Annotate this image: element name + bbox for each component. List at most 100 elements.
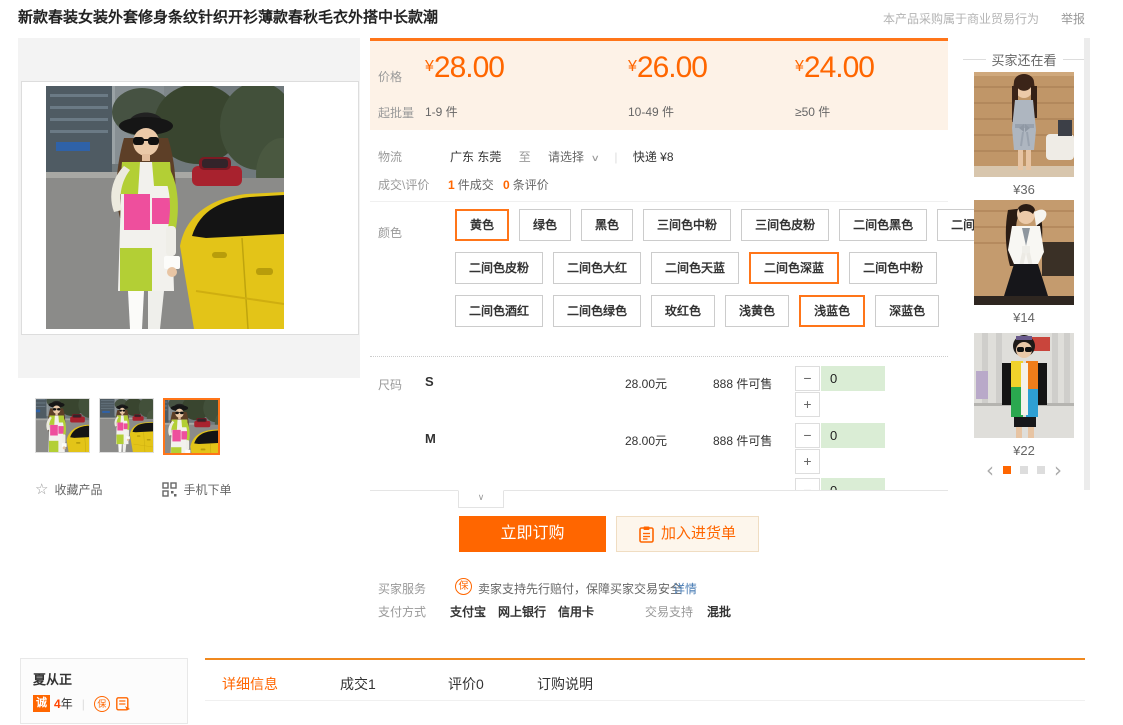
expand-sizes-button[interactable]: ∨ bbox=[458, 490, 504, 508]
detail-link[interactable]: 详情 bbox=[673, 580, 697, 597]
tab-reviews[interactable]: 评价0 bbox=[448, 674, 484, 694]
title-dash-right bbox=[1063, 59, 1086, 60]
currency-symbol: ¥ bbox=[425, 58, 434, 75]
related-product-1-price: ¥36 bbox=[974, 182, 1074, 197]
color-chip[interactable]: 二间色大红 bbox=[553, 252, 641, 284]
payment-methods: 支付宝 网上银行 信用卡 bbox=[450, 603, 594, 620]
quantity-input[interactable]: 0 bbox=[821, 478, 885, 490]
prev-page-icon[interactable]: ‹ bbox=[986, 463, 994, 477]
logistics-value: 广东 东莞 至 请选择 ∨ | 快递 ¥8 bbox=[450, 148, 674, 165]
guarantee-badge-icon: 保 bbox=[455, 578, 472, 595]
color-chip[interactable]: 浅黄色 bbox=[725, 295, 789, 327]
review-count[interactable]: 0条评价 bbox=[503, 176, 549, 193]
mobile-order[interactable]: 手机下单 bbox=[162, 481, 231, 498]
destination-select[interactable]: 请选择 bbox=[548, 150, 584, 164]
size-stock: 888 件可售 bbox=[713, 432, 772, 449]
chevron-down-icon: ∨ bbox=[478, 492, 485, 502]
price-tier-1: ¥28.00 bbox=[425, 51, 504, 85]
tab-deals[interactable]: 成交1 bbox=[340, 674, 376, 694]
price-1: 28.00 bbox=[434, 51, 504, 84]
size-price: 28.00元 bbox=[625, 432, 667, 449]
payment-credit-card[interactable]: 信用卡 bbox=[558, 603, 594, 620]
product-gallery: ☆ 收藏产品 手机下单 bbox=[18, 38, 360, 725]
related-product-3-image bbox=[974, 333, 1074, 438]
currency-symbol: ¥ bbox=[795, 58, 804, 75]
color-chip[interactable]: 二间色天蓝 bbox=[651, 252, 739, 284]
color-chip[interactable]: 二间色中粉 bbox=[849, 252, 937, 284]
moq-tier-3: ≥50 件 bbox=[795, 103, 830, 120]
plus-button[interactable]: + bbox=[795, 392, 820, 417]
deal-count[interactable]: 1件成交 bbox=[448, 176, 494, 193]
mobile-order-label: 手机下单 bbox=[183, 481, 231, 498]
related-product-1[interactable]: ¥36 bbox=[974, 72, 1074, 197]
quantity-input[interactable]: 0 bbox=[821, 366, 885, 391]
main-product-image[interactable] bbox=[18, 38, 360, 378]
color-chip[interactable]: 二间色黑色 bbox=[839, 209, 927, 241]
moq-tier-1: 1-9 件 bbox=[425, 103, 458, 120]
seller-years-number: 4 bbox=[54, 697, 61, 711]
express-fee: 快递 ¥8 bbox=[633, 150, 674, 164]
page-dot-3[interactable] bbox=[1037, 466, 1045, 474]
clipboard-icon bbox=[639, 526, 654, 543]
page-dot-1-active[interactable] bbox=[1003, 466, 1011, 474]
moq-label: 起批量 bbox=[378, 104, 414, 121]
tab-order-notes[interactable]: 订购说明 bbox=[537, 674, 593, 694]
sidebar-title-text: 买家还在看 bbox=[992, 50, 1057, 69]
color-chip[interactable]: 玫红色 bbox=[651, 295, 715, 327]
thumbnail-2[interactable] bbox=[99, 398, 154, 453]
product-photo bbox=[46, 86, 284, 329]
star-icon: ☆ bbox=[35, 480, 48, 498]
payment-alipay[interactable]: 支付宝 bbox=[450, 603, 486, 620]
trade-support-value: 混批 bbox=[707, 603, 731, 620]
color-options-row-3: 二间色酒红 二间色绿色 玫红色 浅黄色 浅蓝色 深蓝色 bbox=[455, 295, 948, 327]
color-chip[interactable]: 三间色皮粉 bbox=[741, 209, 829, 241]
color-label: 颜色 bbox=[378, 224, 402, 241]
thumbnail-strip bbox=[35, 398, 220, 455]
color-chip[interactable]: 深蓝色 bbox=[875, 295, 939, 327]
size-stock: 888 件可售 bbox=[713, 375, 772, 392]
color-chip[interactable]: 三间色中粉 bbox=[643, 209, 731, 241]
thumbnail-1[interactable] bbox=[35, 398, 90, 453]
product-info: 价格 起批量 ¥28.00 ¥26.00 ¥24.00 1-9 件 10-49 … bbox=[370, 38, 948, 658]
order-now-button[interactable]: 立即订购 bbox=[459, 516, 606, 552]
add-to-purchase-list-label: 加入进货单 bbox=[661, 517, 736, 551]
chevron-down-icon[interactable]: ∨ bbox=[591, 153, 600, 164]
scrollbar[interactable] bbox=[1084, 38, 1090, 490]
photo-frame bbox=[21, 81, 359, 335]
plus-button[interactable]: + bbox=[795, 449, 820, 474]
minus-button[interactable]: − bbox=[795, 478, 820, 490]
page-dot-2[interactable] bbox=[1020, 466, 1028, 474]
size-row-s: S 28.00元 888 件可售 − + 0 bbox=[370, 364, 948, 420]
divider: | bbox=[614, 150, 617, 164]
size-row-m: M 28.00元 888 件可售 − + 0 bbox=[370, 421, 948, 477]
tab-detail-info[interactable]: 详细信息 bbox=[222, 674, 278, 694]
payment-label: 支付方式 bbox=[378, 603, 426, 620]
color-chip[interactable]: 二间色酒红 bbox=[455, 295, 543, 327]
color-chip[interactable]: 二间色皮粉 bbox=[455, 252, 543, 284]
chengxintong-badge-icon: 诚 bbox=[33, 695, 50, 712]
trade-support-label: 交易支持 bbox=[645, 603, 693, 620]
next-page-icon[interactable]: › bbox=[1054, 463, 1062, 477]
favorite-button[interactable]: 收藏产品 bbox=[54, 481, 102, 498]
color-chip[interactable]: 黑色 bbox=[581, 209, 633, 241]
related-product-2[interactable]: ¥14 bbox=[974, 200, 1074, 325]
seller-name[interactable]: 夏从正 bbox=[33, 669, 72, 688]
thumbnail-3-selected[interactable] bbox=[163, 398, 220, 455]
minus-button[interactable]: − bbox=[795, 366, 820, 391]
color-chip-selected[interactable]: 二间色深蓝 bbox=[749, 252, 839, 284]
report-link[interactable]: 举报 bbox=[1061, 12, 1085, 26]
payment-netbank[interactable]: 网上银行 bbox=[498, 603, 546, 620]
color-chip[interactable]: 绿色 bbox=[519, 209, 571, 241]
related-product-2-image bbox=[974, 200, 1074, 305]
sidebar-pagination: ‹ › bbox=[963, 463, 1085, 477]
minus-button[interactable]: − bbox=[795, 423, 820, 448]
also-viewing-sidebar: 买家还在看 ¥36 bbox=[963, 38, 1085, 495]
related-product-3[interactable]: ¥22 bbox=[974, 333, 1074, 458]
quantity-input[interactable]: 0 bbox=[821, 423, 885, 448]
guarantee-text: 卖家支持先行赔付，保障买家交易安全 bbox=[478, 580, 682, 597]
add-to-purchase-list-button[interactable]: 加入进货单 bbox=[616, 516, 759, 552]
color-chip-selected[interactable]: 浅蓝色 bbox=[799, 295, 865, 327]
color-chip[interactable]: 二间色绿色 bbox=[553, 295, 641, 327]
size-section: 尺码 S 28.00元 888 件可售 − + 0 M 28.00元 888 件… bbox=[370, 364, 948, 490]
color-chip-selected[interactable]: 黄色 bbox=[455, 209, 509, 241]
